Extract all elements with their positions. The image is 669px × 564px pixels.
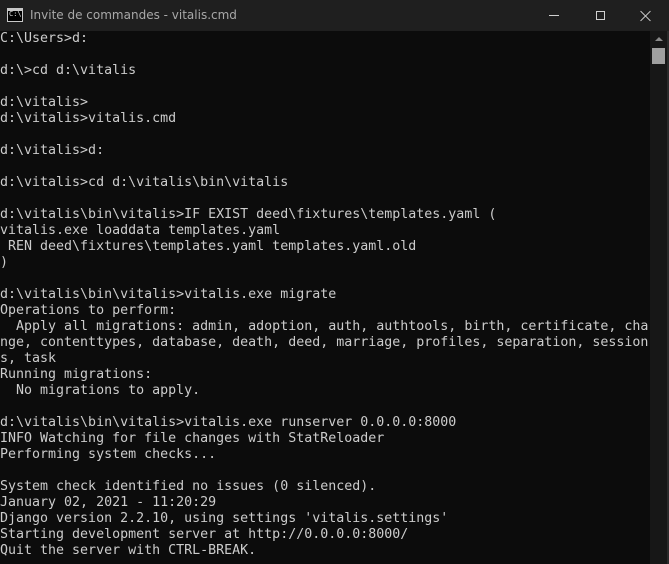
scroll-thumb[interactable] (652, 48, 665, 64)
console-line: d:\vitalis\bin\vitalis>vitalis.exe runse… (0, 415, 457, 430)
console-line: REN deed\fixtures\templates.yaml templat… (0, 239, 417, 254)
console-line: d:\vitalis\bin\vitalis>vitalis.exe migra… (0, 287, 337, 302)
vertical-scrollbar[interactable] (650, 31, 667, 564)
console-line: INFO Watching for file changes with Stat… (0, 431, 385, 446)
console-line: System check identified no issues (0 sil… (0, 479, 377, 494)
minimize-icon (549, 15, 559, 16)
console-line: Quit the server with CTRL-BREAK. (0, 543, 257, 558)
console-lines: C:\Users>d: d:\>cd d:\vitalis d:\vitalis> d… (0, 31, 650, 559)
console-line: s, task (0, 351, 57, 366)
title-bar[interactable]: C:\ Invite de commandes - vitalis.cmd (0, 0, 669, 31)
close-button[interactable] (623, 0, 669, 31)
console-window: C:\ Invite de commandes - vitalis.cmd C:… (0, 0, 669, 564)
console-line: No migrations to apply. (0, 383, 201, 398)
console-line: Performing system checks... (0, 447, 217, 462)
console-output[interactable]: C:\Users>d: d:\>cd d:\vitalis d:\vitalis> d… (0, 31, 650, 564)
console-line: d:\vitalis\bin\vitalis>IF EXIST deed\fix… (0, 207, 497, 222)
console-line: Django version 2.2.10, using settings 'v… (0, 511, 449, 526)
console-line: Apply all migrations: admin, adoption, a… (0, 319, 649, 334)
minimize-button[interactable] (531, 0, 577, 31)
console-line: Starting development server at http://0.… (0, 527, 409, 542)
cmd-app-icon[interactable]: C:\ (7, 8, 23, 22)
console-line: d:\vitalis>d: (0, 143, 105, 158)
maximize-button[interactable] (577, 0, 623, 31)
close-icon (640, 10, 652, 22)
console-line: d:\>cd d:\vitalis (0, 63, 137, 78)
window-title: Invite de commandes - vitalis.cmd (30, 8, 237, 22)
console-line: vitalis.exe loaddata templates.yaml (0, 223, 281, 238)
console-line: nge, contenttypes, database, death, deed… (0, 335, 649, 350)
console-line: d:\vitalis>cd d:\vitalis\bin\vitalis (0, 175, 289, 190)
console-line: C:\Users>d: (0, 31, 89, 46)
console-line: d:\vitalis>vitalis.cmd (0, 111, 177, 126)
scroll-up-button[interactable] (650, 31, 667, 47)
console-line: Running migrations: (0, 367, 153, 382)
console-line: d:\vitalis> (0, 95, 89, 110)
maximize-icon (595, 11, 605, 20)
arrow-up-icon (654, 37, 663, 41)
console-line: Operations to perform: (0, 303, 177, 318)
console-line: January 02, 2021 - 11:20:29 (0, 495, 217, 510)
console-line: ) (0, 255, 9, 270)
